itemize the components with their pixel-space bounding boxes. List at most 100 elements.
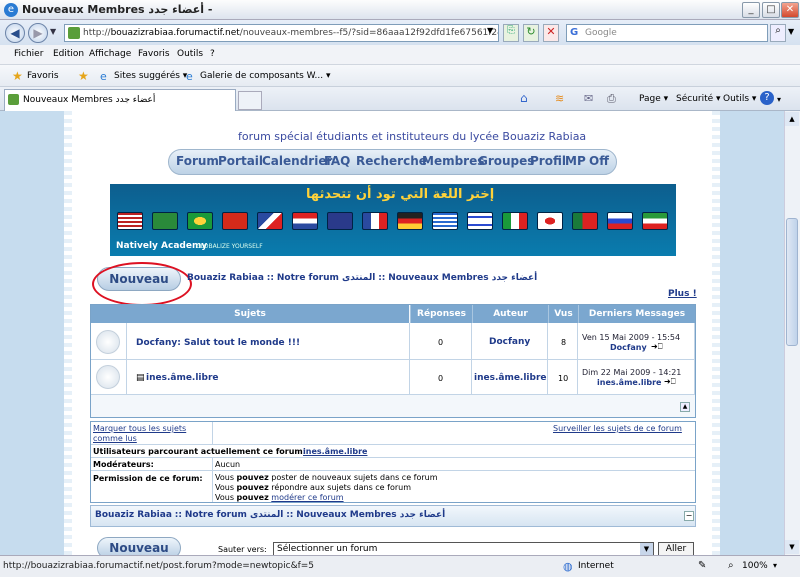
back-button[interactable]: ◀: [5, 23, 25, 43]
minimize-button[interactable]: _: [742, 2, 760, 18]
bottom-breadcrumb-current[interactable]: Nouveaux Membres أعضاء جدد: [296, 510, 445, 520]
nav-recherche[interactable]: Recherche: [356, 154, 427, 168]
row1-author[interactable]: Docfany: [489, 337, 530, 347]
home-icon[interactable]: ⌂: [520, 91, 528, 105]
nav-calendrier[interactable]: Calendrier: [262, 154, 332, 168]
page-menu[interactable]: Page ▾: [639, 94, 668, 104]
info-divider-2: [91, 457, 695, 458]
history-dropdown-icon[interactable]: ▼: [50, 27, 56, 36]
breadcrumb-sep-2: ::: [378, 273, 386, 283]
bottom-breadcrumb-sep: ::: [174, 510, 182, 520]
site-subtitle: forum spécial étudiants et instituteurs …: [238, 130, 587, 143]
flag-uk-icon: [327, 212, 353, 230]
mark-read-link[interactable]: Marquer tous les sujets comme lus: [93, 424, 208, 444]
bottom-breadcrumb-forum[interactable]: Notre forum المنتدى: [185, 510, 283, 520]
suggested-sites-link[interactable]: Sites suggérés ▾: [114, 71, 187, 81]
row1-title-link[interactable]: Docfany: Salut tout le monde !!!: [136, 338, 300, 348]
perm-text-3[interactable]: modérer ce forum: [271, 493, 343, 502]
row1-views: 8: [561, 338, 567, 347]
help-icon[interactable]: ?: [760, 91, 774, 105]
flag-brazil-icon: [187, 212, 213, 230]
maximize-button[interactable]: □: [762, 2, 780, 18]
menu-edition[interactable]: Edition: [53, 49, 84, 59]
scroll-down-icon[interactable]: ▼: [785, 540, 799, 554]
nav-forum[interactable]: Forum: [176, 154, 219, 168]
favorites-button[interactable]: Favoris: [27, 71, 59, 81]
watch-forum-link[interactable]: Surveiller les sujets de ce forum: [553, 424, 682, 433]
perm-text-2: répondre aux sujets dans ce forum: [271, 483, 411, 492]
row2-title-link[interactable]: ines.âme.libre: [146, 373, 219, 383]
tab-current[interactable]: Nouveaux Membres أعضاء جدد: [4, 89, 236, 111]
header-derniers: Derniers Messages: [578, 305, 695, 323]
permission-line-3: Vous pouvez modérer ce forum: [215, 493, 438, 503]
close-window-button[interactable]: ✕: [781, 2, 799, 18]
zoom-icon[interactable]: ⌕: [728, 560, 734, 571]
goto-last-post-icon[interactable]: ➜⎕: [651, 342, 663, 352]
row2-last-user[interactable]: ines.âme.libre: [597, 378, 661, 387]
zoom-level[interactable]: 100%: [742, 561, 768, 571]
print-icon[interactable]: ⎙: [607, 92, 616, 106]
highlight-circle: [92, 262, 192, 306]
compatibility-icon[interactable]: ⎘: [503, 24, 519, 42]
attachment-icon: ▤: [136, 373, 145, 383]
forward-button[interactable]: ▶: [28, 23, 48, 43]
perm-text-1: poster de nouveaux sujets dans ce forum: [271, 473, 438, 482]
menu-outils[interactable]: Outils: [177, 49, 203, 59]
jump-select-value: Sélectionner un forum: [277, 544, 378, 554]
protected-mode-icon[interactable]: ✎: [698, 560, 706, 571]
breadcrumb-home[interactable]: Bouaziz Rabiaa: [187, 273, 264, 283]
nav-off[interactable]: Off: [589, 154, 609, 168]
page-border-left: [64, 111, 72, 555]
bottom-breadcrumb-home[interactable]: Bouaziz Rabiaa: [95, 510, 172, 520]
perm-vous-3: Vous: [215, 493, 234, 502]
row1-last-user[interactable]: Docfany: [610, 343, 647, 352]
nav-mp[interactable]: MP: [565, 154, 586, 168]
scroll-thumb[interactable]: [786, 218, 798, 346]
gallery-link[interactable]: Galerie de composants W... ▾: [200, 71, 331, 81]
stop-icon[interactable]: ✕: [543, 24, 559, 42]
address-input[interactable]: http://bouazizrabiaa.forumactif.net/nouv…: [64, 24, 499, 42]
more-link[interactable]: Plus !: [668, 289, 697, 299]
menu-affichage[interactable]: Affichage: [89, 49, 131, 59]
search-button[interactable]: ⌕: [770, 24, 786, 42]
nav-groupes[interactable]: Groupes: [478, 154, 534, 168]
breadcrumb-current[interactable]: Nouveaux Membres أعضاء جدد: [388, 273, 537, 283]
row2-author[interactable]: ines.âme.libre: [474, 373, 547, 383]
collapse-up-icon[interactable]: ▲: [680, 402, 690, 412]
mail-icon[interactable]: ✉: [584, 92, 593, 105]
permission-list: Vous pouvez poster de nouveaux sujets da…: [215, 473, 438, 503]
jump-dropdown-icon[interactable]: ▼: [640, 543, 653, 555]
go-button[interactable]: Aller: [658, 542, 694, 556]
new-tab-button[interactable]: [238, 91, 262, 110]
banner-brand: Natively Academy: [116, 241, 208, 251]
zoom-dropdown-icon[interactable]: ▾: [773, 561, 777, 570]
nav-profil[interactable]: Profil: [530, 154, 566, 168]
breadcrumb-forum[interactable]: Notre forum المنتدى: [277, 273, 375, 283]
title-bar: e Nouveaux Membres أعضاء جدد - _ □ ✕: [0, 0, 800, 20]
nav-portail[interactable]: Portail: [218, 154, 263, 168]
address-dropdown-icon[interactable]: ▼: [487, 26, 493, 35]
menu-favoris[interactable]: Favoris: [138, 49, 170, 59]
nav-faq[interactable]: FAQ: [324, 154, 350, 168]
security-menu[interactable]: Sécurité ▾: [676, 94, 721, 104]
refresh-icon[interactable]: ↻: [523, 24, 539, 42]
tools-menu[interactable]: Outils ▾: [723, 94, 756, 104]
topic-read-icon: [96, 330, 120, 354]
flag-italy-icon: [502, 212, 528, 230]
header-vus: Vus: [548, 305, 578, 323]
menu-help[interactable]: ?: [210, 49, 215, 59]
users-browsing-value[interactable]: ines.âme.libre: [303, 447, 367, 456]
jump-select[interactable]: Sélectionner un forum: [273, 542, 654, 556]
perm-vous-2: Vous: [215, 483, 234, 492]
help-dropdown-icon[interactable]: ▾: [777, 95, 781, 104]
collapse-icon[interactable]: −: [684, 511, 694, 521]
add-favorite-icon[interactable]: ★: [78, 69, 89, 83]
rss-icon[interactable]: ≋: [555, 92, 564, 105]
nav-membres[interactable]: Membres: [422, 154, 484, 168]
menu-fichier[interactable]: Fichier: [14, 49, 43, 59]
goto-last-post-icon-2[interactable]: ➜⎕: [664, 377, 676, 387]
search-options-icon[interactable]: ▼: [788, 27, 794, 36]
search-input[interactable]: Google: [566, 24, 768, 42]
scroll-up-icon[interactable]: ▲: [785, 112, 799, 126]
url-prefix: http://: [83, 28, 111, 38]
